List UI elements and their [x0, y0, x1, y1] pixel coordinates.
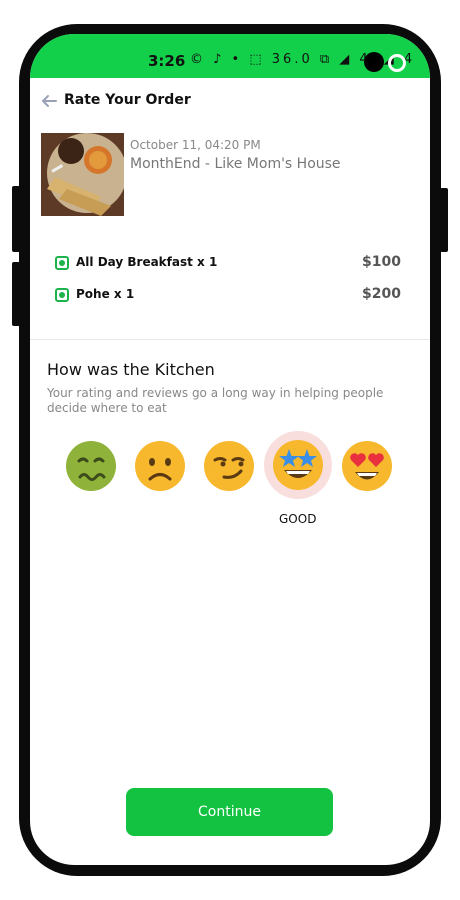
- item-price: $200: [362, 286, 401, 302]
- status-time: 3:26: [148, 52, 186, 70]
- camera-icon: [364, 52, 384, 72]
- veg-icon: [55, 288, 69, 302]
- heart-eyes-face-icon[interactable]: [338, 437, 396, 495]
- header: Rate Your Order: [30, 90, 430, 114]
- item-price: $100: [362, 254, 401, 270]
- sad-face-icon[interactable]: [131, 437, 189, 495]
- rating-question: How was the Kitchen: [47, 360, 215, 379]
- smirk-face-icon[interactable]: [200, 437, 258, 495]
- rating-emoji-row: [62, 431, 402, 509]
- star-struck-face-icon[interactable]: [264, 431, 332, 499]
- veg-icon: [55, 256, 69, 270]
- back-arrow-icon[interactable]: [40, 92, 58, 110]
- power-button[interactable]: [440, 188, 448, 252]
- food-image: [41, 133, 124, 216]
- sick-face-icon[interactable]: [62, 437, 120, 495]
- continue-button[interactable]: Continue: [126, 788, 333, 836]
- rating-subtitle: Your rating and reviews go a long way in…: [47, 386, 384, 415]
- page-title: Rate Your Order: [64, 92, 191, 108]
- order-date: October 11, 04:20 PM: [130, 138, 261, 152]
- restaurant-name: MonthEnd - Like Mom's House: [130, 156, 341, 172]
- rating-label: GOOD: [279, 512, 317, 526]
- screen: 3:26 © ♪ • ⬚ 36.0 ⧉ ◢ 4G◢ 4 Rate Your Or…: [30, 34, 430, 865]
- divider: [30, 339, 430, 340]
- status-bar: 3:26 © ♪ • ⬚ 36.0 ⧉ ◢ 4G◢ 4: [30, 34, 430, 78]
- order-item: Pohe x 1 $200: [55, 286, 405, 308]
- loading-icon: [388, 54, 406, 72]
- item-name: All Day Breakfast x 1: [76, 255, 218, 269]
- item-name: Pohe x 1: [76, 287, 135, 301]
- order-item: All Day Breakfast x 1 $100: [55, 254, 405, 276]
